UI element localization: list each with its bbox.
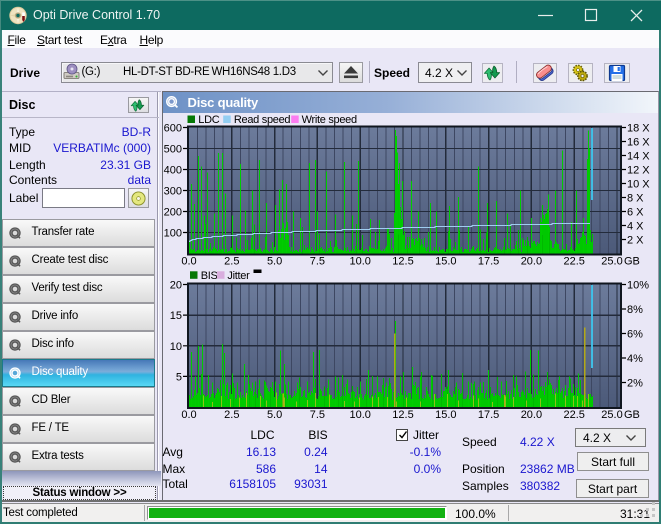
svg-text:15.0: 15.0	[435, 409, 456, 421]
svg-text:7.5: 7.5	[310, 256, 325, 266]
svg-text:LDC: LDC	[198, 114, 219, 126]
svg-text:20.0: 20.0	[521, 409, 542, 421]
svg-text:5: 5	[176, 371, 182, 383]
svg-text:2%: 2%	[627, 378, 643, 390]
svg-text:GB: GB	[624, 256, 640, 266]
svg-text:7.5: 7.5	[310, 409, 325, 421]
svg-text:2 X: 2 X	[627, 235, 644, 247]
svg-text:20.0: 20.0	[521, 256, 542, 266]
svg-text:22.5: 22.5	[563, 256, 584, 266]
svg-text:20: 20	[170, 280, 182, 292]
svg-text:15: 15	[170, 310, 182, 322]
svg-text:GB: GB	[624, 409, 640, 421]
svg-text:10.0: 10.0	[349, 409, 370, 421]
svg-text:8%: 8%	[627, 304, 643, 316]
svg-text:300: 300	[164, 186, 182, 198]
svg-text:10: 10	[170, 341, 182, 353]
svg-text:4 X: 4 X	[627, 221, 644, 233]
svg-text:6 X: 6 X	[627, 207, 644, 219]
svg-text:22.5: 22.5	[563, 409, 584, 421]
svg-text:0.0: 0.0	[181, 409, 196, 421]
svg-text:25.0: 25.0	[601, 256, 622, 266]
svg-text:17.5: 17.5	[478, 256, 499, 266]
svg-text:Jitter: Jitter	[227, 270, 250, 282]
svg-text:15.0: 15.0	[435, 256, 456, 266]
svg-text:400: 400	[164, 165, 182, 177]
svg-text:2.5: 2.5	[224, 256, 239, 266]
svg-text:10%: 10%	[627, 280, 649, 292]
svg-text:6%: 6%	[627, 329, 643, 341]
svg-text:5.0: 5.0	[267, 256, 282, 266]
svg-text:600: 600	[164, 123, 182, 135]
svg-text:Write speed: Write speed	[302, 114, 357, 126]
svg-text:200: 200	[164, 207, 182, 219]
svg-text:8 X: 8 X	[627, 193, 644, 205]
svg-text:14 X: 14 X	[627, 151, 650, 163]
svg-text:18 X: 18 X	[627, 123, 650, 135]
svg-text:10 X: 10 X	[627, 179, 650, 191]
svg-text:0.0: 0.0	[181, 256, 196, 266]
svg-text:16 X: 16 X	[627, 137, 650, 149]
svg-text:12.5: 12.5	[392, 256, 413, 266]
svg-text:12.5: 12.5	[392, 409, 413, 421]
svg-text:4%: 4%	[627, 353, 643, 365]
svg-text:10.0: 10.0	[349, 256, 370, 266]
svg-text:Read speed: Read speed	[234, 114, 291, 126]
svg-text:100: 100	[164, 228, 182, 240]
svg-text:2.5: 2.5	[224, 409, 239, 421]
svg-text:12 X: 12 X	[627, 165, 650, 177]
svg-text:BIS: BIS	[201, 270, 218, 282]
svg-text:25.0: 25.0	[601, 409, 622, 421]
svg-text:17.5: 17.5	[478, 409, 499, 421]
svg-text:500: 500	[164, 144, 182, 156]
svg-text:5.0: 5.0	[267, 409, 282, 421]
